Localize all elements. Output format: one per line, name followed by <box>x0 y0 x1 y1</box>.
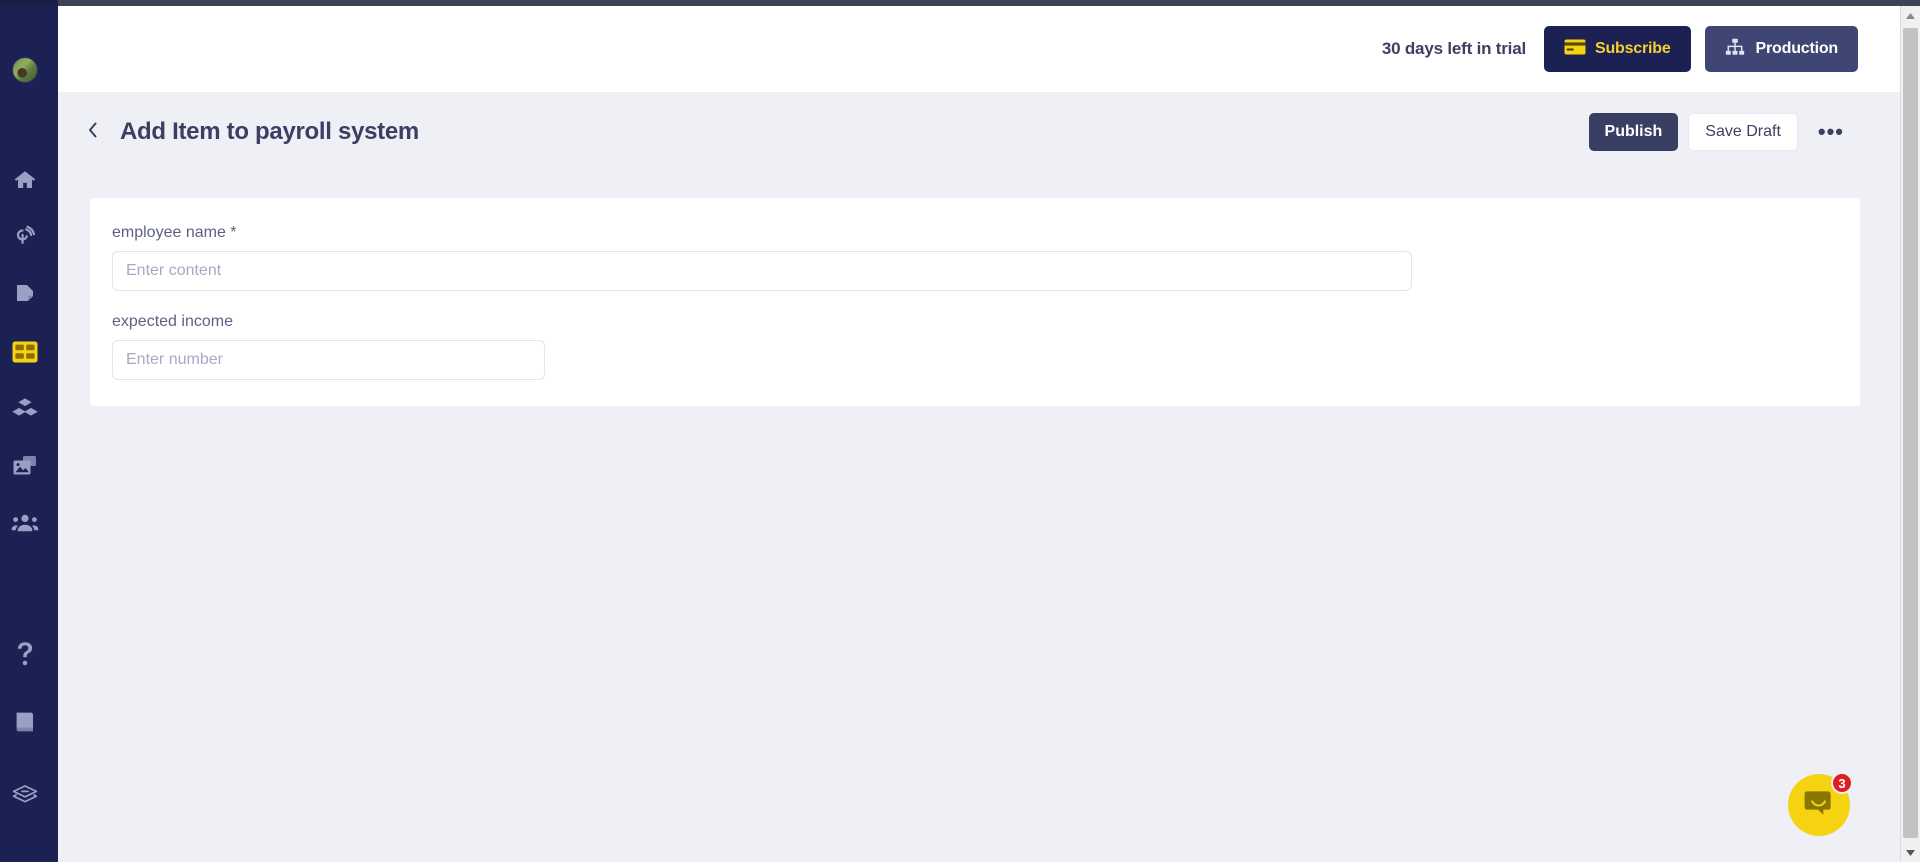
page-title: Add Item to payroll system <box>120 118 419 145</box>
sidebar-item-pages[interactable] <box>11 281 39 309</box>
sidebar-item-layers[interactable] <box>11 780 39 808</box>
help-question-icon <box>15 641 35 667</box>
scrollbar-thumb[interactable] <box>1903 28 1918 838</box>
layers-icon <box>11 783 39 805</box>
credit-card-icon <box>1564 39 1586 60</box>
intercom-unread-badge: 3 <box>1831 772 1853 794</box>
field-label-expected-income: expected income <box>112 313 1838 331</box>
sidebar-item-broadcast[interactable] <box>11 223 39 251</box>
chat-bubble-icon <box>1804 789 1834 822</box>
main-content: 30 days left in trial Subscribe Producti… <box>58 6 1900 862</box>
sidebar-item-help[interactable] <box>11 640 39 668</box>
required-marker: * <box>230 224 237 241</box>
scroll-up-arrow-icon <box>1905 7 1916 25</box>
save-draft-button[interactable]: Save Draft <box>1688 113 1798 151</box>
users-icon <box>11 513 39 533</box>
table-grid-icon <box>12 341 38 363</box>
sitemap-icon <box>1725 38 1745 61</box>
avatar[interactable] <box>12 57 38 83</box>
production-environment-button[interactable]: Production <box>1704 26 1858 72</box>
browser-top-edge-left <box>0 0 58 6</box>
employee-name-input[interactable] <box>112 251 1412 291</box>
home-icon <box>13 168 37 192</box>
page-scrollbar[interactable] <box>1900 6 1920 862</box>
chevron-left-icon <box>86 120 100 145</box>
trial-status-text: 30 days left in trial <box>1381 39 1526 58</box>
scrollbar-up-button[interactable] <box>1901 6 1920 25</box>
book-icon <box>13 710 37 734</box>
field-label-employee-name: employee name * <box>112 224 1838 242</box>
field-label-text: employee name <box>112 224 226 241</box>
field-label-text: expected income <box>112 313 233 330</box>
sidebar-item-home[interactable] <box>11 166 39 194</box>
browser-top-edge <box>0 0 1920 6</box>
topbar: 30 days left in trial Subscribe Producti… <box>58 6 1900 92</box>
back-button[interactable] <box>80 119 106 145</box>
media-icon <box>12 455 38 477</box>
sidebar <box>0 0 58 862</box>
field-employee-name: employee name * <box>112 224 1838 291</box>
page-actions: Publish Save Draft ••• <box>1588 113 1900 151</box>
sidebar-item-users[interactable] <box>11 509 39 537</box>
field-expected-income: expected income <box>112 313 1838 380</box>
sidebar-item-components[interactable] <box>11 395 39 423</box>
broadcast-icon <box>13 225 37 249</box>
expected-income-input[interactable] <box>112 340 545 380</box>
sidebar-item-docs[interactable] <box>11 708 39 736</box>
scrollbar-down-button[interactable] <box>1901 843 1920 862</box>
blocks-icon <box>12 397 38 421</box>
scroll-down-arrow-icon <box>1905 844 1916 862</box>
sidebar-item-media[interactable] <box>11 452 39 480</box>
page-icon <box>14 283 36 307</box>
production-label: Production <box>1755 40 1839 57</box>
publish-button[interactable]: Publish <box>1588 113 1679 151</box>
subscribe-label: Subscribe <box>1594 40 1671 57</box>
page-header: Add Item to payroll system Publish Save … <box>58 92 1900 172</box>
more-options-button[interactable]: ••• <box>1804 121 1858 143</box>
intercom-launcher-button[interactable]: 3 <box>1788 772 1853 836</box>
sidebar-item-collections[interactable] <box>11 338 39 366</box>
subscribe-button[interactable]: Subscribe <box>1543 26 1691 72</box>
form-card: employee name * expected income <box>90 198 1860 406</box>
